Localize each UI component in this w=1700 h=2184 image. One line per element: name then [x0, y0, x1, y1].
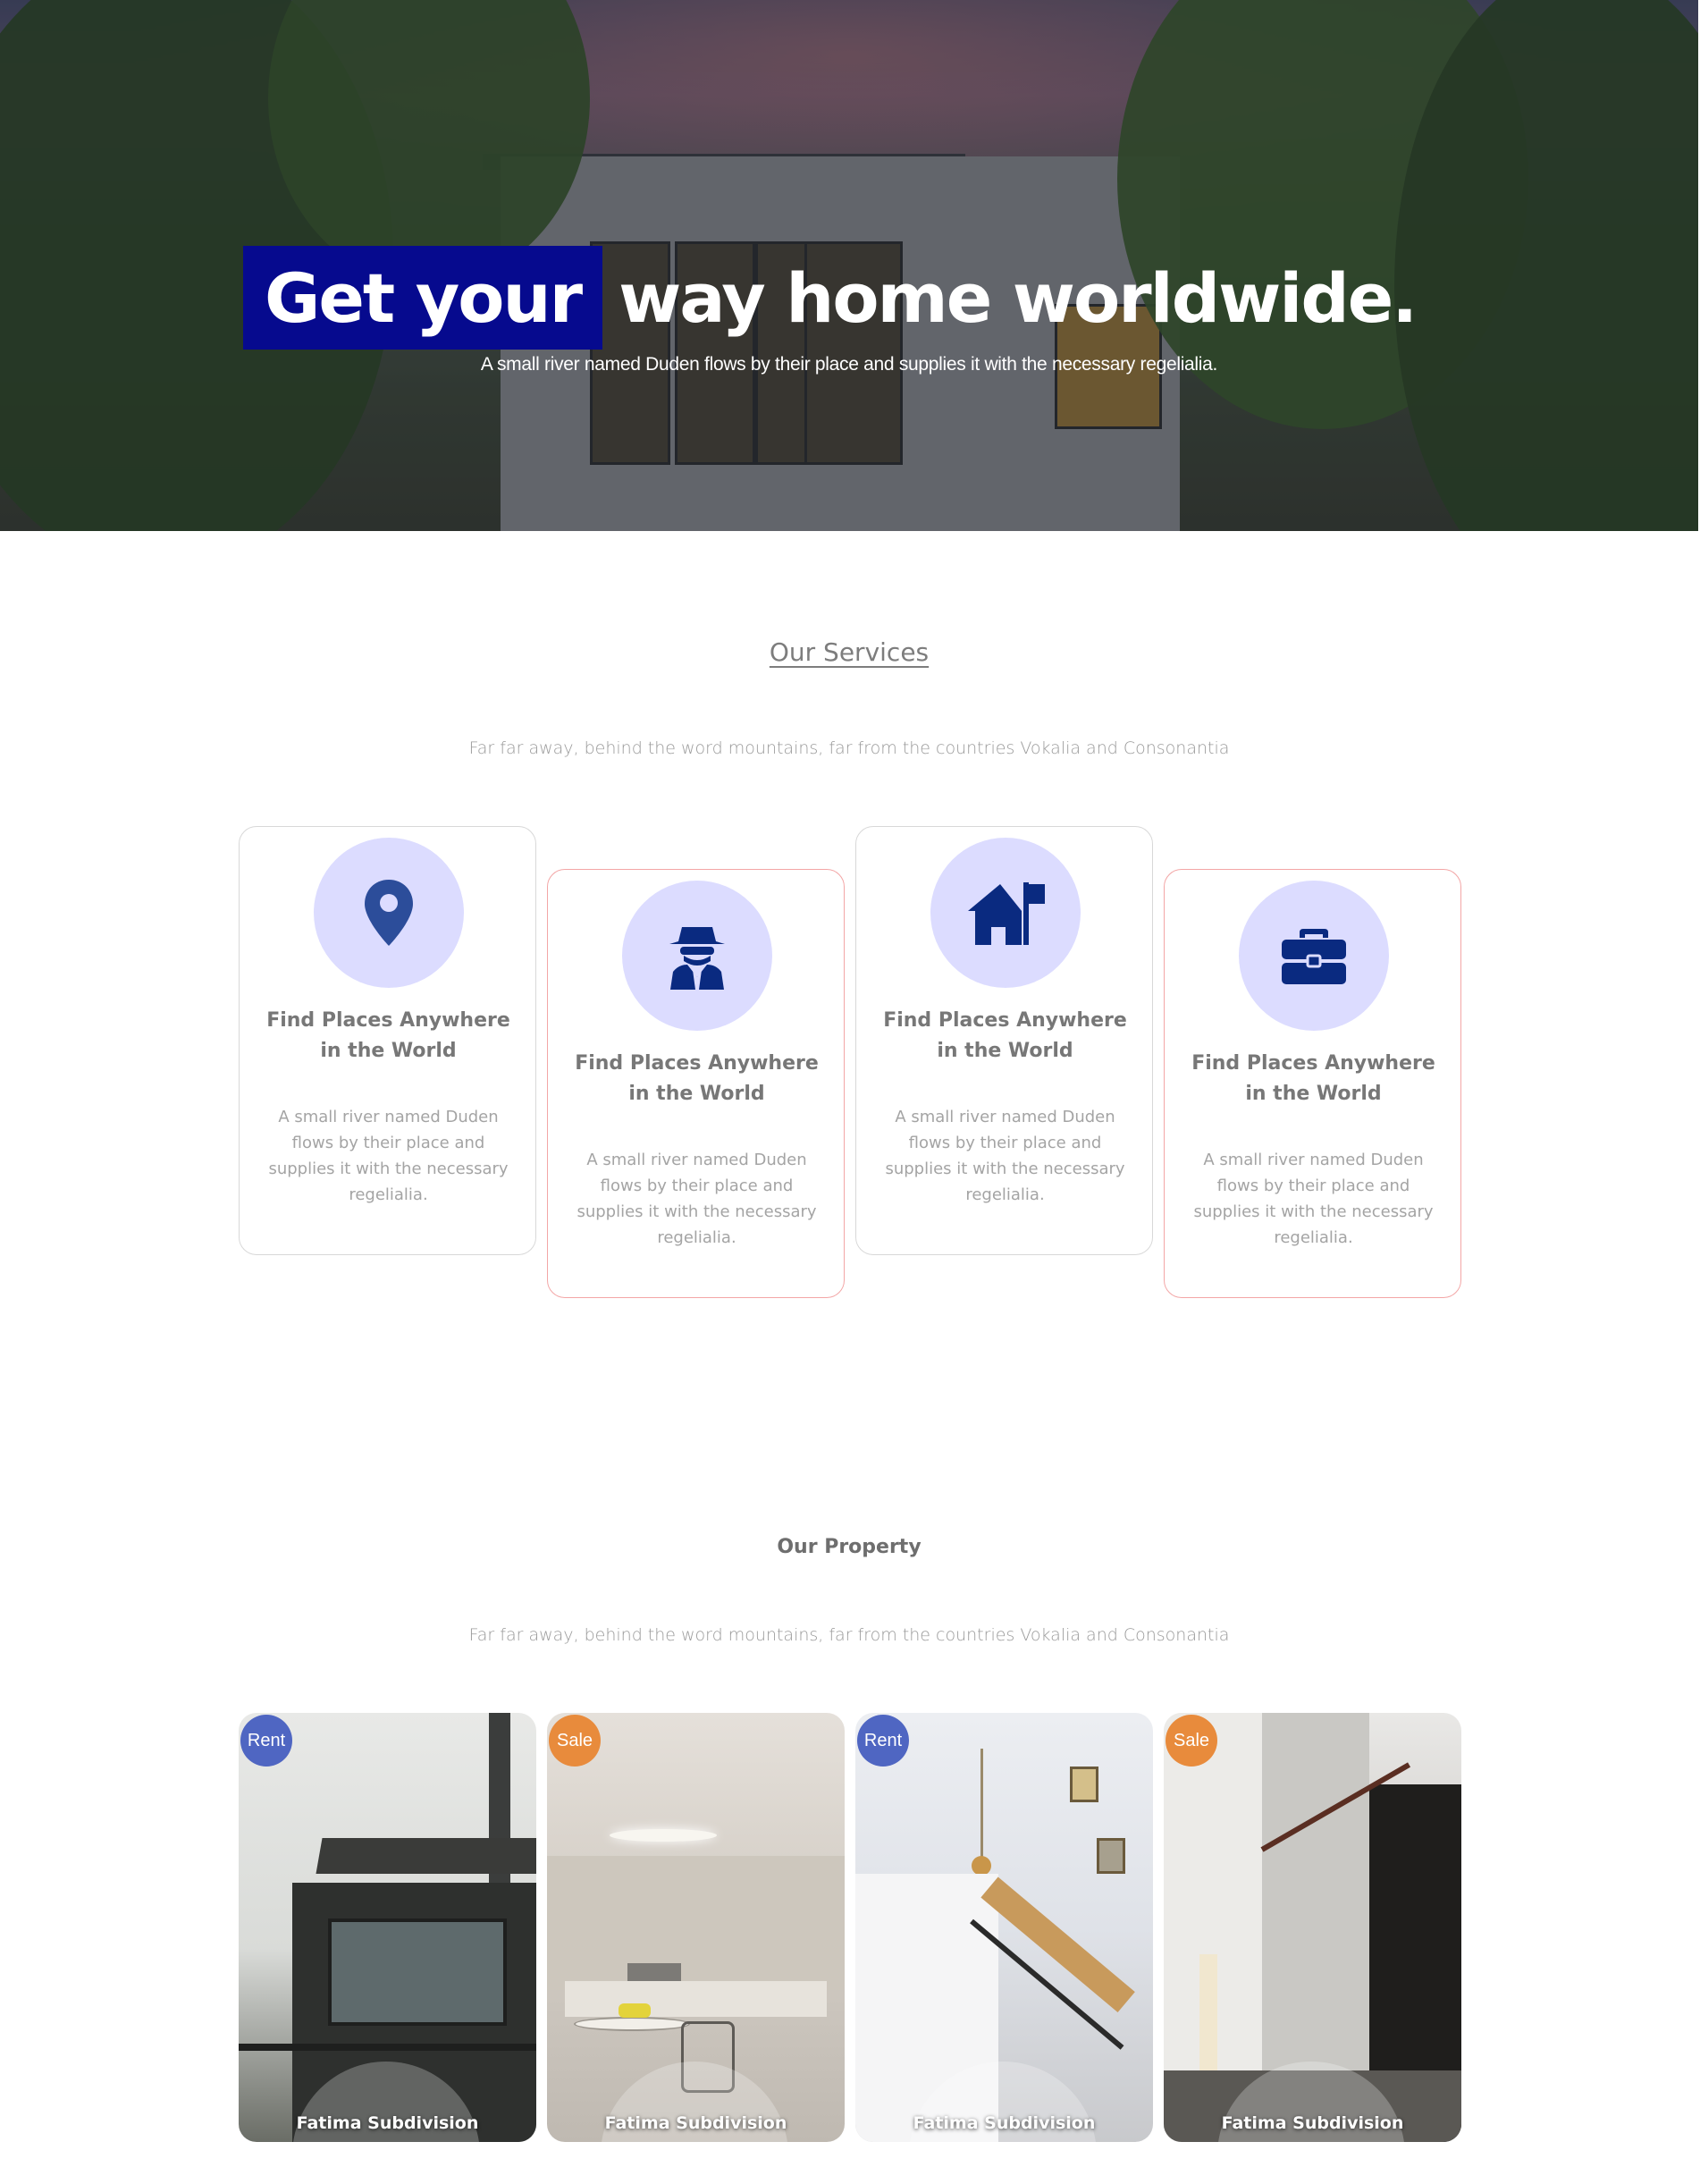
service-card-title: Find Places Anywhere in the World: [575, 1052, 819, 1105]
service-card[interactable]: Find Places Anywhere in the World A smal…: [1164, 869, 1461, 1298]
property-image-lamp: [1199, 1954, 1217, 2079]
property-name[interactable]: Fatima Subdivision: [547, 2113, 845, 2133]
service-card[interactable]: Find Places Anywhere in the World A smal…: [855, 826, 1153, 1255]
map-marker-icon: [365, 880, 413, 946]
property-name[interactable]: Fatima Subdivision: [239, 2113, 536, 2133]
service-card-title: Find Places Anywhere in the World: [1191, 1052, 1435, 1105]
service-icon-circle: [622, 881, 772, 1031]
property-badge: Sale: [549, 1715, 601, 1767]
service-card-text: A small river named Duden flows by their…: [268, 1108, 509, 1204]
property-image-railing: [239, 2044, 536, 2051]
service-icon-circle: [314, 838, 464, 988]
property-image-lamp: [610, 1829, 717, 1842]
hero-title-rest: way home worldwide.: [619, 257, 1418, 338]
property-name[interactable]: Fatima Subdivision: [1164, 2113, 1461, 2133]
property-image-counter: [565, 1981, 827, 2017]
services-subtitle: Far far away, behind the word mountains,…: [468, 738, 1230, 758]
house-flag-icon: [968, 882, 1045, 945]
hero-title-highlight: Get your: [243, 246, 603, 350]
property-image-table: [574, 2017, 690, 2031]
property-title: Our Property: [777, 1536, 922, 1558]
property-image-frame: [1070, 1767, 1098, 1802]
service-card-text: A small river named Duden flows by their…: [576, 1151, 817, 1247]
service-card-title: Find Places Anywhere in the World: [266, 1009, 510, 1062]
property-badge: Rent: [240, 1715, 292, 1767]
service-icon-circle: [930, 838, 1081, 988]
service-card-text: A small river named Duden flows by their…: [1193, 1151, 1434, 1247]
property-badge: Sale: [1166, 1715, 1217, 1767]
service-card[interactable]: Find Places Anywhere in the World A smal…: [547, 869, 845, 1298]
hero-subtitle: A small river named Duden flows by their…: [480, 354, 1218, 375]
property-image-roof: [316, 1838, 536, 1874]
hero-section: Get your way home worldwide. A small rive…: [0, 0, 1698, 531]
property-image-frame: [1097, 1838, 1125, 1874]
service-card-title: Find Places Anywhere in the World: [883, 1009, 1127, 1062]
property-name[interactable]: Fatima Subdivision: [855, 2113, 1153, 2133]
service-icon-circle: [1239, 881, 1389, 1031]
hero-title: Get your way home worldwide.: [243, 246, 1418, 350]
property-image-pendant: [972, 1856, 991, 1876]
services-title[interactable]: Our Services: [0, 637, 1698, 667]
briefcase-icon: [1282, 929, 1346, 984]
property-badge: Rent: [857, 1715, 909, 1767]
property-card[interactable]: Rent Fatima Subdivision: [239, 1713, 536, 2142]
property-image-cabinets: [547, 1856, 845, 1990]
service-card-text: A small river named Duden flows by their…: [885, 1108, 1125, 1204]
property-subtitle: Far far away, behind the word mountains,…: [468, 1625, 1230, 1645]
property-image-bowl: [619, 2003, 651, 2018]
property-card[interactable]: Sale Fatima Subdivision: [1164, 1713, 1461, 2142]
service-card[interactable]: Find Places Anywhere in the World A smal…: [239, 826, 536, 1255]
property-card[interactable]: Sale Fatima Subdivision: [547, 1713, 845, 2142]
property-image-window: [328, 1918, 507, 2026]
user-secret-icon: [669, 927, 725, 990]
property-card[interactable]: Rent Fatima Subdivision: [855, 1713, 1153, 2142]
